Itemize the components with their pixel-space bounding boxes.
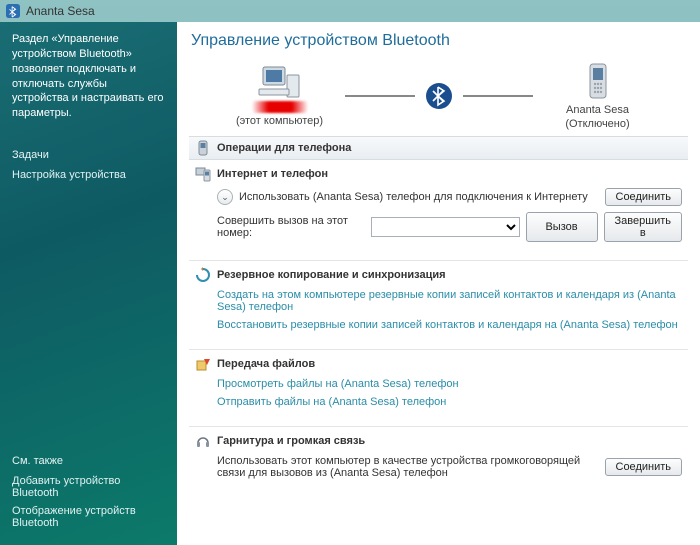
use-phone-label: Использовать (Ananta Sesa) телефон для п…	[239, 191, 599, 203]
sidebar-intro: Раздел «Управление устройством Bluetooth…	[12, 32, 165, 121]
operations-header: Операции для телефона	[189, 136, 688, 160]
group-files: Передача файлов Просмотреть файлы на (An…	[189, 350, 688, 427]
see-also-header: См. также	[12, 455, 165, 467]
tasks-header: Задачи	[12, 149, 165, 161]
titlebar: Ananta Sesa	[0, 0, 700, 22]
chevron-down-icon[interactable]: ⌄	[217, 189, 233, 205]
end-call-button[interactable]: Завершить в	[604, 212, 682, 242]
connection-diagram: (этот компьютер)	[189, 62, 688, 130]
group-headset-title: Гарнитура и громкая связь	[217, 435, 365, 447]
sync-icon	[195, 267, 211, 283]
redacted-name	[240, 101, 320, 113]
bluetooth-icon	[425, 82, 453, 110]
phone-node: Ananta Sesa (Отключено)	[543, 62, 653, 130]
bluetooth-icon	[6, 4, 20, 18]
content-pane: Управление устройством Bluetooth (этот к…	[177, 22, 700, 545]
body: Раздел «Управление устройством Bluetooth…	[0, 22, 700, 545]
computer-node: (этот компьютер)	[225, 65, 335, 127]
sidebar: Раздел «Управление устройством Bluetooth…	[0, 22, 177, 545]
file-transfer-icon	[195, 356, 211, 372]
connector-line	[345, 95, 415, 97]
phone-number-select[interactable]	[371, 217, 520, 237]
computer-icon	[257, 65, 303, 105]
group-internet: Интернет и телефон ⌄ Использовать (Anant…	[189, 160, 688, 261]
connect-internet-button[interactable]: Соединить	[605, 188, 683, 206]
connect-headset-button[interactable]: Соединить	[605, 458, 683, 476]
link-create-backup[interactable]: Создать на этом компьютере резервные коп…	[217, 289, 682, 313]
device-name: Ananta Sesa	[566, 104, 629, 116]
group-backup-title: Резервное копирование и синхронизация	[217, 269, 446, 281]
window-frame: Ananta Sesa Раздел «Управление устройств…	[0, 0, 700, 545]
call-number-label: Совершить вызов на этот номер:	[217, 215, 365, 239]
phone-icon	[587, 62, 609, 102]
device-status: (Отключено)	[565, 118, 629, 130]
task-configure-device[interactable]: Настройка устройства	[12, 169, 165, 181]
group-headset: Гарнитура и громкая связь Использовать э…	[189, 427, 688, 497]
operations-header-text: Операции для телефона	[217, 142, 351, 154]
link-send-files[interactable]: Отправить файлы на (Ananta Sesa) телефон	[217, 396, 682, 408]
internet-phone-icon	[195, 166, 211, 182]
headset-use-label: Использовать этот компьютер в качестве у…	[217, 455, 599, 479]
sidebar-spacer	[12, 187, 165, 455]
link-add-bluetooth-device[interactable]: Добавить устройство Bluetooth	[12, 475, 165, 499]
link-browse-files[interactable]: Просмотреть файлы на (Ananta Sesa) телеф…	[217, 378, 682, 390]
computer-label: (этот компьютер)	[236, 115, 323, 127]
window-title: Ananta Sesa	[26, 4, 95, 18]
page-title: Управление устройством Bluetooth	[191, 32, 688, 50]
link-show-bluetooth-devices[interactable]: Отображение устройств Bluetooth	[12, 505, 165, 529]
connector-line	[463, 95, 533, 97]
group-internet-title: Интернет и телефон	[217, 168, 328, 180]
link-restore-backup[interactable]: Восстановить резервные копии записей кон…	[217, 319, 682, 331]
group-files-title: Передача файлов	[217, 358, 315, 370]
call-button[interactable]: Вызов	[526, 212, 598, 242]
headset-icon	[195, 433, 211, 449]
phone-small-icon	[195, 140, 211, 156]
group-backup: Резервное копирование и синхронизация Со…	[189, 261, 688, 350]
